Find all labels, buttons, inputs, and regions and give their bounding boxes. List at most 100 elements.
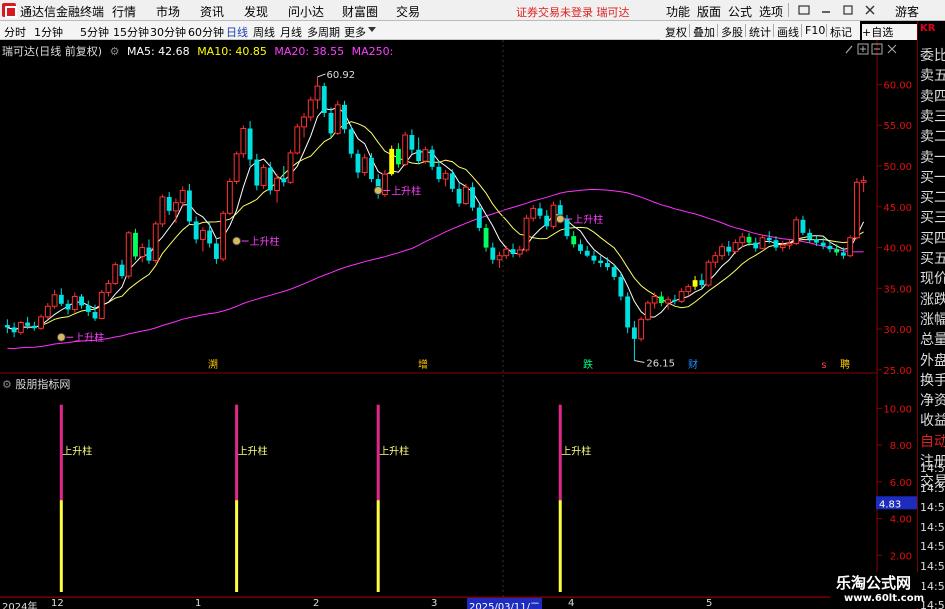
candle-body[interactable] [240,127,247,155]
func-draw[interactable]: 画线 [777,24,799,40]
candle-body[interactable] [631,327,637,339]
candle-body[interactable] [625,296,631,328]
candle-body[interactable] [247,128,253,160]
menu-item-trade[interactable]: 交易 [396,3,420,20]
kline-chart[interactable]: 60.00 55.00 50.00 45.00 40.00 35.00 30.00 25.00… [0,40,917,609]
candle-body[interactable] [58,294,64,304]
candle-body[interactable] [139,247,146,258]
candle-body[interactable] [523,217,530,251]
period-daily[interactable]: 日线 [226,24,248,40]
candle-body[interactable] [186,190,192,222]
candle-body[interactable] [746,236,752,243]
candle-body[interactable] [17,322,24,333]
pin-icon[interactable] [845,45,853,54]
settings-gear-icon[interactable]: ⚙ [110,45,120,58]
candle-body[interactable] [281,178,287,183]
period-60min[interactable]: 60分钟 [188,24,224,40]
candle-body[interactable] [807,232,813,240]
minimize-icon[interactable] [818,2,834,18]
candle-body[interactable] [550,204,557,227]
period-weekly[interactable]: 周线 [253,24,275,40]
candle-body[interactable] [578,244,583,251]
guest-label[interactable]: 游客 [895,3,919,20]
candle-body[interactable] [571,236,577,245]
candle-body[interactable] [793,219,800,244]
candle-body[interactable] [409,135,415,150]
candle-body[interactable] [98,291,105,319]
candle-body[interactable] [65,303,71,310]
candle-body[interactable] [692,280,698,287]
func-f10[interactable]: F10 [805,24,825,37]
candle-body[interactable] [759,237,766,249]
candle-body[interactable] [166,196,172,211]
candle-body[interactable] [146,247,152,261]
candle-body[interactable] [199,229,206,240]
event-marker[interactable]: 溯 [208,358,218,371]
candle-body[interactable] [254,159,260,186]
candle-body[interactable] [402,134,409,165]
menu-item-ask[interactable]: 问小达 [288,3,324,20]
candle-body[interactable] [213,243,219,259]
candle-body[interactable] [510,249,516,255]
tool-functions[interactable]: 功能 [666,3,690,20]
candle-body[interactable] [503,248,510,257]
candle-body[interactable] [348,129,354,154]
period-tick[interactable]: 分时 [4,24,26,40]
candle-body[interactable] [314,85,321,101]
candle-body[interactable] [786,242,793,246]
candle-body[interactable] [814,239,819,243]
candle-body[interactable] [85,305,91,312]
close-icon[interactable] [862,2,878,18]
candle-body[interactable] [685,286,692,293]
menu-item-discover[interactable]: 发现 [244,3,268,20]
candle-body[interactable] [355,153,361,173]
candle-body[interactable] [462,186,469,205]
candle-body[interactable] [840,252,846,256]
candle-body[interactable] [436,166,442,180]
candle-body[interactable] [119,264,125,277]
candle-body[interactable] [638,318,645,340]
candle-body[interactable] [125,232,132,277]
candle-body[interactable] [773,240,779,248]
candle-body[interactable] [779,244,786,249]
candle-body[interactable] [220,212,227,260]
candle-body[interactable] [442,172,449,180]
func-overlay[interactable]: 叠加 [693,24,715,40]
candle-body[interactable] [470,187,476,208]
candle-body[interactable] [179,189,186,204]
candle-body[interactable] [361,157,368,174]
event-marker[interactable]: s [821,360,826,371]
candle-body[interactable] [11,327,17,333]
candle-body[interactable] [422,149,429,162]
candle-body[interactable] [699,280,705,286]
menu-item-quotes[interactable]: 行情 [112,3,136,20]
candle-body[interactable] [159,196,166,225]
candle-body[interactable] [530,207,537,219]
candle-body[interactable] [516,249,523,255]
candle-body[interactable] [544,215,550,227]
candle-body[interactable] [321,86,327,113]
candle-body[interactable] [584,250,590,256]
zoom-out-icon[interactable] [871,43,883,55]
func-restore[interactable]: 复权 [665,24,687,40]
candle-body[interactable] [476,207,482,228]
candle-body[interactable] [31,325,37,329]
candle-body[interactable] [537,208,543,216]
candle-body[interactable] [38,316,45,329]
candle-body[interactable] [665,299,672,304]
tool-formula[interactable]: 公式 [728,3,752,20]
period-monthly[interactable]: 月线 [280,24,302,40]
candle-body[interactable] [860,180,867,183]
candle-body[interactable] [739,236,746,244]
candle-body[interactable] [25,322,31,326]
period-5min[interactable]: 5分钟 [80,24,109,40]
candle-body[interactable] [395,148,401,165]
candle-body[interactable] [274,177,280,191]
candle-body[interactable] [853,181,860,239]
candle-body[interactable] [820,242,826,246]
candle-body[interactable] [416,149,422,162]
candle-body[interactable] [618,276,624,297]
candle-body[interactable] [267,167,273,191]
add-favorite-button[interactable]: +自选 [862,24,917,40]
candle-body[interactable] [651,295,658,304]
